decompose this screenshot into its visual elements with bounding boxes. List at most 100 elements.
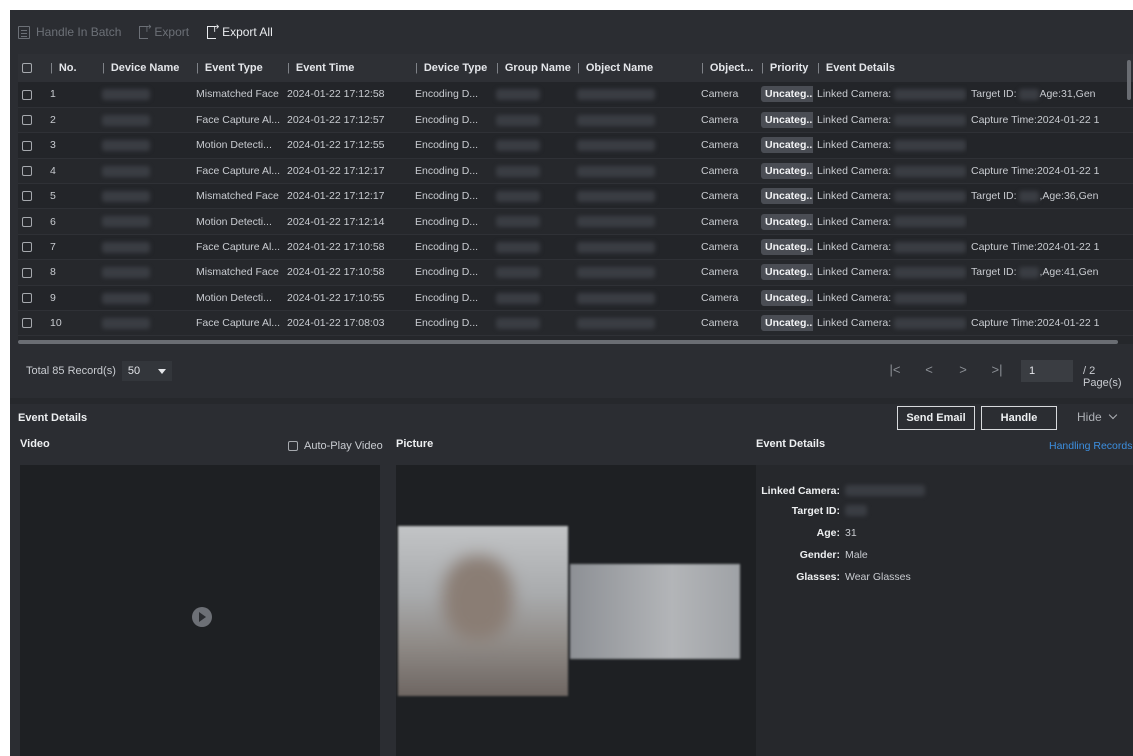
- last-page-icon[interactable]: >|: [990, 362, 1004, 377]
- priority-badge: Uncateg...: [761, 315, 813, 332]
- column-header-group-name[interactable]: | Group Name: [492, 54, 573, 82]
- column-header-object-type[interactable]: | Object...: [697, 54, 757, 82]
- column-header-no[interactable]: | No.: [46, 54, 98, 82]
- redacted-camera: [894, 114, 967, 126]
- cell-event-type: Face Capture Al...: [196, 164, 281, 177]
- table-row[interactable]: 5 Mismatched Face 2024-01-22 17:12:17 Encod…: [18, 183, 1133, 209]
- first-page-icon[interactable]: |<: [888, 362, 902, 377]
- cell-no: 10: [50, 317, 62, 330]
- cell-object-type: Camera: [701, 241, 739, 254]
- cell-event-extra: Capture Time:2024-01-22 1: [971, 317, 1100, 330]
- handle-button[interactable]: Handle: [981, 406, 1057, 430]
- play-icon[interactable]: [192, 607, 212, 627]
- cell-event-time: 2024-01-22 17:12:57: [287, 114, 385, 127]
- table-row[interactable]: 7 Face Capture Al... 2024-01-22 17:10:58 En…: [18, 234, 1133, 260]
- redacted-device-name: [102, 114, 150, 126]
- redacted-camera: [894, 267, 967, 279]
- priority-badge: Uncateg...: [761, 289, 813, 306]
- row-checkbox[interactable]: [22, 166, 32, 177]
- column-header-device-type[interactable]: | Device Type: [411, 54, 492, 82]
- row-checkbox[interactable]: [22, 89, 32, 100]
- row-checkbox[interactable]: [22, 293, 32, 304]
- auto-play-video-checkbox[interactable]: Auto-Play Video: [288, 440, 383, 452]
- cell-linked-camera: Linked Camera:: [817, 164, 892, 177]
- column-header-object-name[interactable]: | Object Name: [573, 54, 697, 82]
- redacted-camera: [894, 165, 967, 177]
- redacted-device-name: [102, 267, 150, 279]
- cell-no: 3: [50, 139, 56, 152]
- row-checkbox[interactable]: [22, 242, 32, 253]
- redacted-group-name: [496, 140, 540, 152]
- column-header-event-type[interactable]: | Event Type: [192, 54, 283, 82]
- cell-event-type: Motion Detecti...: [196, 139, 272, 152]
- redacted-camera: [894, 317, 967, 329]
- next-page-icon[interactable]: >: [956, 362, 970, 377]
- event-table: | No. | Device Name | Event Type | Event Tim…: [18, 54, 1133, 344]
- cell-device-type: Encoding D...: [415, 317, 479, 330]
- column-header-event-time[interactable]: | Event Time: [283, 54, 411, 82]
- page-number-input[interactable]: 1: [1021, 360, 1073, 382]
- total-pages: / 2 Page(s): [1083, 365, 1122, 389]
- detail-linked-camera: Linked Camera:: [756, 485, 925, 497]
- row-checkbox[interactable]: [22, 140, 32, 151]
- cell-event-type: Face Capture Al...: [196, 114, 281, 127]
- send-email-button[interactable]: Send Email: [897, 406, 975, 430]
- table-row[interactable]: 10 Face Capture Al... 2024-01-22 17:08:03 E…: [18, 310, 1133, 336]
- cell-no: 5: [50, 190, 56, 203]
- cell-event-time: 2024-01-22 17:10:58: [287, 241, 385, 254]
- vertical-scrollbar[interactable]: [1127, 60, 1131, 100]
- row-checkbox[interactable]: [22, 216, 32, 227]
- cell-event-extra: Target ID:: [971, 266, 1017, 279]
- column-header-device-name[interactable]: | Device Name: [98, 54, 192, 82]
- prev-page-icon[interactable]: <: [922, 362, 936, 377]
- total-records: Total 85 Record(s): [26, 365, 116, 377]
- redacted-object-name: [577, 317, 655, 329]
- table-row[interactable]: 6 Motion Detecti... 2024-01-22 17:12:14 Enc…: [18, 208, 1133, 235]
- detail-target-id: Target ID:: [756, 505, 867, 517]
- cell-object-type: Camera: [701, 317, 739, 330]
- handle-in-batch-button[interactable]: Handle In Batch: [18, 25, 121, 39]
- cell-event-extra2: Age:31,Gen: [1039, 88, 1096, 101]
- cell-event-extra: Capture Time:2024-01-22 1: [971, 164, 1100, 177]
- table-row[interactable]: 3 Motion Detecti... 2024-01-22 17:12:55 Enc…: [18, 132, 1133, 159]
- cell-object-type: Camera: [701, 114, 739, 127]
- scene-image[interactable]: [570, 564, 740, 659]
- table-row[interactable]: 8 Mismatched Face 2024-01-22 17:10:58 Encod…: [18, 259, 1133, 286]
- page-size-select[interactable]: 50: [121, 361, 172, 381]
- redacted-device-name: [102, 89, 150, 101]
- row-checkbox[interactable]: [22, 318, 32, 329]
- row-checkbox[interactable]: [22, 267, 32, 278]
- cell-device-type: Encoding D...: [415, 266, 479, 279]
- horizontal-scrollbar[interactable]: [18, 340, 1118, 344]
- face-capture-image[interactable]: [398, 526, 568, 696]
- cell-event-type: Face Capture Al...: [196, 241, 281, 254]
- export-all-button[interactable]: Export All: [207, 24, 273, 39]
- redacted-group-name: [496, 165, 540, 177]
- cell-object-type: Camera: [701, 139, 739, 152]
- table-row[interactable]: 4 Face Capture Al... 2024-01-22 17:12:17 En…: [18, 158, 1133, 184]
- table-row[interactable]: 2 Face Capture Al... 2024-01-22 17:12:57 En…: [18, 107, 1133, 133]
- handling-records-link[interactable]: Handling Records: [1049, 440, 1132, 452]
- hide-toggle[interactable]: Hide: [1077, 410, 1117, 424]
- video-player[interactable]: [20, 465, 380, 756]
- event-details-bar: Event Details Send Email Handle Hide: [10, 398, 1133, 430]
- cell-no: 6: [50, 215, 56, 228]
- export-button[interactable]: Export: [139, 24, 189, 39]
- cell-no: 7: [50, 241, 56, 254]
- column-header-priority[interactable]: | Priority: [757, 54, 813, 82]
- column-header-event-details[interactable]: | Event Details: [813, 54, 1133, 82]
- table-row[interactable]: 9 Motion Detecti... 2024-01-22 17:10:55 Enc…: [18, 285, 1133, 311]
- picture-panel: [396, 465, 756, 756]
- cell-linked-camera: Linked Camera:: [817, 266, 892, 279]
- table-row[interactable]: 1 Mismatched Face 2024-01-22 17:12:58 Encod…: [18, 82, 1133, 108]
- row-checkbox[interactable]: [22, 115, 32, 126]
- redacted-group-name: [496, 190, 540, 202]
- row-checkbox[interactable]: [22, 191, 32, 202]
- cell-device-type: Encoding D...: [415, 164, 479, 177]
- caret-down-icon: [157, 368, 166, 374]
- redacted-object-name: [577, 190, 655, 202]
- cell-linked-camera: Linked Camera:: [817, 139, 892, 152]
- detail-age: Age: 31: [816, 527, 857, 539]
- cell-object-type: Camera: [701, 190, 739, 203]
- select-all-checkbox[interactable]: [18, 54, 46, 82]
